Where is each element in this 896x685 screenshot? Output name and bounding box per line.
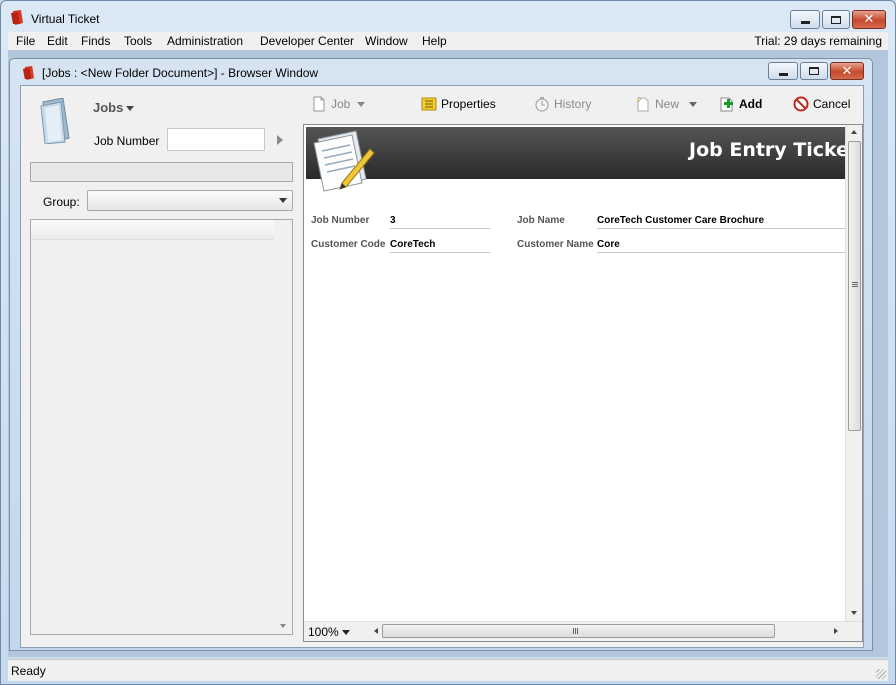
zoom-dropdown[interactable]: 100%	[308, 625, 350, 639]
menu-tools[interactable]: Tools	[124, 34, 152, 48]
chevron-down-icon	[279, 198, 287, 203]
group-label: Group:	[43, 195, 80, 209]
document-vertical-scrollbar[interactable]	[845, 125, 862, 621]
left-panel-bar	[30, 162, 293, 182]
scroll-down-icon[interactable]	[280, 624, 286, 628]
job-number-label: Job Number	[311, 215, 370, 226]
close-icon: ✕	[841, 63, 853, 79]
properties-icon	[421, 97, 437, 111]
group-list-scrollbar[interactable]	[275, 220, 292, 634]
resize-grip-icon[interactable]	[876, 669, 886, 679]
app-title: Virtual Ticket	[31, 12, 100, 26]
customer-name-value: Core	[597, 239, 845, 253]
status-bar: Ready	[8, 659, 888, 681]
job-number-search-input[interactable]	[167, 128, 265, 151]
customer-code-label: Customer Code	[311, 239, 386, 250]
maximize-button[interactable]	[822, 10, 850, 29]
trial-status: Trial: 29 days remaining	[754, 34, 882, 48]
document-header-banner: Job Entry Ticket	[306, 127, 845, 179]
browser-window-title: [Jobs : <New Folder Document>] - Browser…	[42, 66, 319, 80]
new-document-icon	[636, 96, 649, 112]
ticket-app-icon	[11, 10, 23, 25]
document-icon	[313, 96, 325, 112]
menu-bar: File Edit Finds Tools Administration Dev…	[8, 32, 888, 50]
job-name-label: Job Name	[517, 215, 565, 226]
menu-window[interactable]: Window	[365, 34, 408, 48]
grip-icon	[573, 628, 574, 634]
clock-icon	[535, 97, 549, 112]
chevron-down-icon	[126, 106, 135, 112]
menu-edit[interactable]: Edit	[47, 34, 68, 48]
app-titlebar[interactable]: Virtual Ticket ✕	[1, 1, 895, 32]
close-icon: ✕	[863, 12, 875, 27]
horizontal-scroll-thumb[interactable]	[382, 624, 775, 638]
maximize-icon	[809, 67, 819, 75]
maximize-icon	[831, 15, 841, 24]
cancel-icon	[793, 96, 809, 112]
browser-window: [Jobs : <New Folder Document>] - Browser…	[9, 58, 873, 651]
menu-developer-center[interactable]: Developer Center	[260, 34, 354, 48]
chevron-down-icon	[341, 630, 350, 636]
go-arrow-icon[interactable]	[277, 135, 283, 145]
job-number-search-label: Job Number	[94, 134, 160, 148]
app-window: Virtual Ticket ✕ File Edit Finds Tools A…	[0, 0, 896, 685]
history-label: History	[554, 97, 592, 111]
cancel-button[interactable]: Cancel	[793, 96, 850, 112]
jobs-label: Jobs	[93, 100, 124, 115]
grip-icon	[852, 282, 858, 283]
chevron-down-icon	[357, 101, 366, 107]
document-bottom-bar: 100%	[304, 621, 862, 641]
scroll-down-icon[interactable]	[851, 611, 857, 615]
ticket-app-icon	[22, 66, 35, 80]
status-text: Ready	[11, 664, 46, 678]
inner-minimize-button[interactable]	[768, 62, 798, 80]
group-list-header	[31, 220, 274, 240]
job-name-value: CoreTech Customer Care Brochure	[597, 215, 845, 229]
properties-button[interactable]: Properties	[421, 96, 496, 112]
customer-name-label: Customer Name	[517, 239, 594, 250]
folder-icon	[40, 98, 70, 144]
menu-file[interactable]: File	[16, 34, 35, 48]
notepad-pencil-icon	[313, 130, 375, 192]
menu-help[interactable]: Help	[422, 34, 447, 48]
close-button[interactable]: ✕	[852, 10, 886, 29]
group-select[interactable]	[87, 190, 293, 211]
scroll-left-icon[interactable]	[374, 628, 378, 634]
zoom-value: 100%	[308, 625, 339, 639]
minimize-icon	[800, 21, 810, 24]
document-title: Job Entry Ticket	[689, 139, 845, 161]
scroll-up-icon[interactable]	[851, 130, 857, 134]
inner-maximize-button[interactable]	[800, 62, 828, 80]
chevron-down-icon	[689, 101, 698, 107]
history-button[interactable]: History	[534, 96, 591, 112]
add-label: Add	[739, 97, 763, 111]
inner-close-button[interactable]: ✕	[830, 62, 864, 80]
menu-finds[interactable]: Finds	[81, 34, 110, 48]
jobs-dropdown[interactable]: Jobs	[93, 100, 135, 115]
document-viewer[interactable]: Job Entry Ticket Job Number 3 Job Name C…	[303, 124, 863, 642]
job-menu-label: Job	[331, 97, 351, 111]
minimize-button[interactable]	[790, 10, 820, 29]
group-list[interactable]	[30, 219, 293, 635]
browser-client-area: Jobs Job Number Group: Job Properties Hi…	[20, 85, 864, 648]
job-menu-button[interactable]: Job	[311, 96, 366, 112]
add-icon	[720, 97, 733, 112]
new-menu-button[interactable]: New	[635, 96, 698, 112]
add-button[interactable]: Add	[719, 96, 762, 112]
minimize-icon	[778, 72, 788, 76]
job-number-value: 3	[390, 215, 490, 229]
customer-code-value: CoreTech	[390, 239, 490, 253]
cancel-label: Cancel	[813, 97, 851, 111]
vertical-scroll-thumb[interactable]	[848, 141, 861, 431]
new-menu-label: New	[655, 97, 680, 111]
menu-administration[interactable]: Administration	[167, 34, 243, 48]
properties-label: Properties	[441, 97, 496, 111]
scroll-right-icon[interactable]	[834, 628, 838, 634]
